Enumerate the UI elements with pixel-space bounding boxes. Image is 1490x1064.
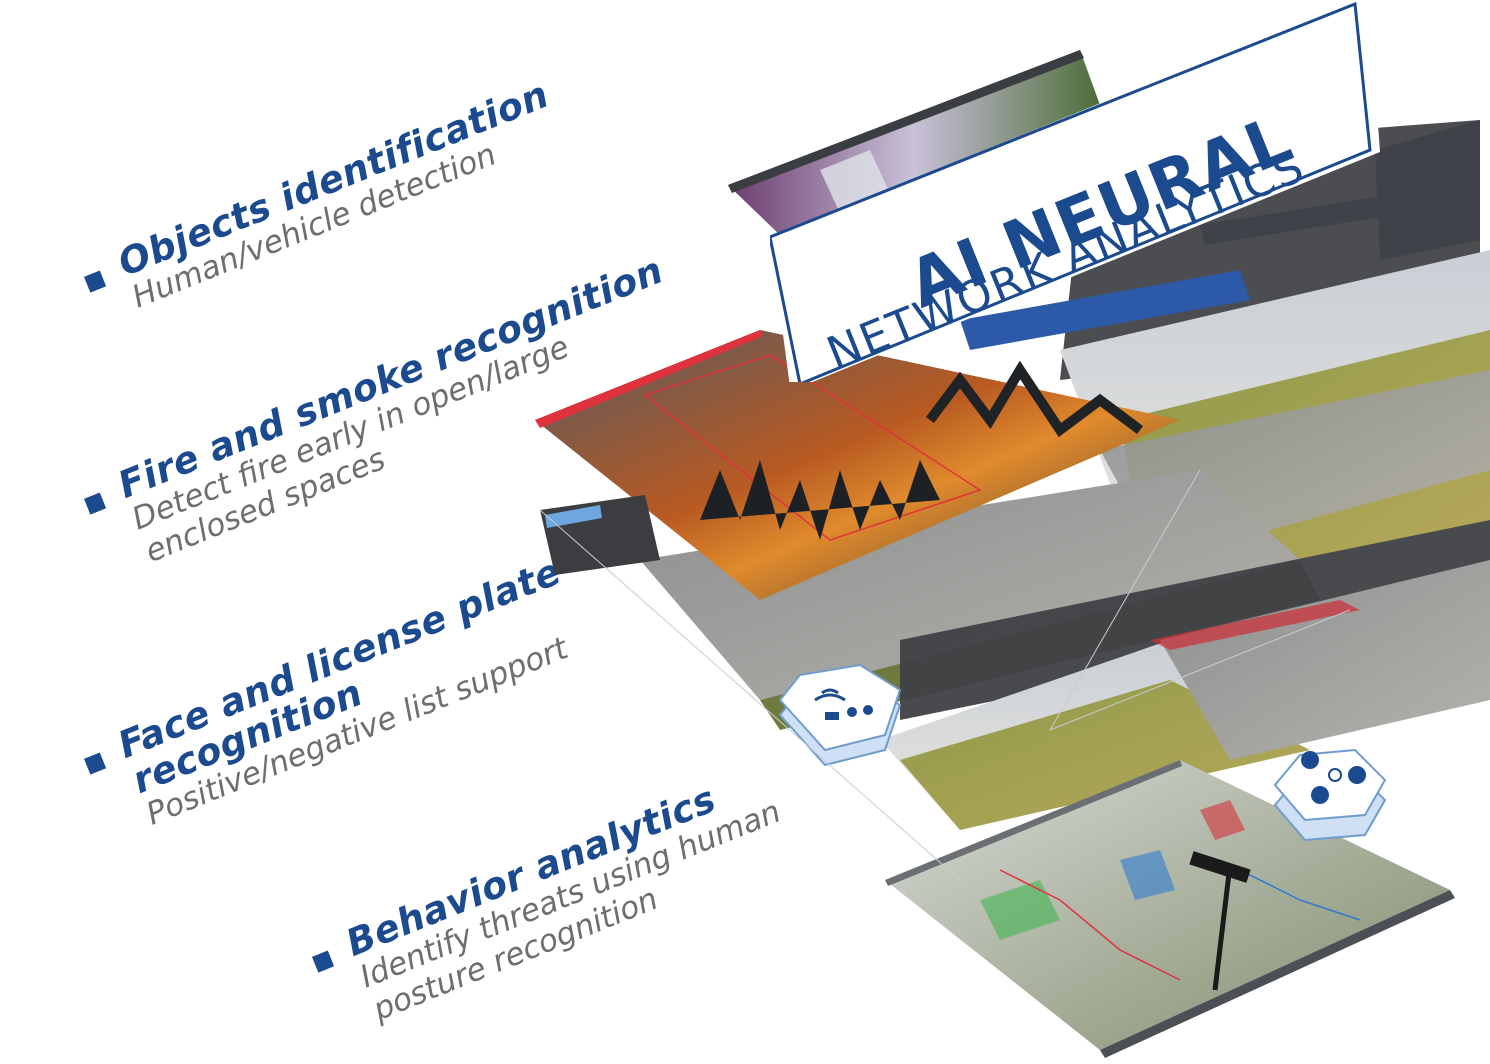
title-banner: AI NEURAL NETWORK ANALYTICS [770, 2, 1410, 382]
vehicle-detection-badge [778, 663, 902, 767]
